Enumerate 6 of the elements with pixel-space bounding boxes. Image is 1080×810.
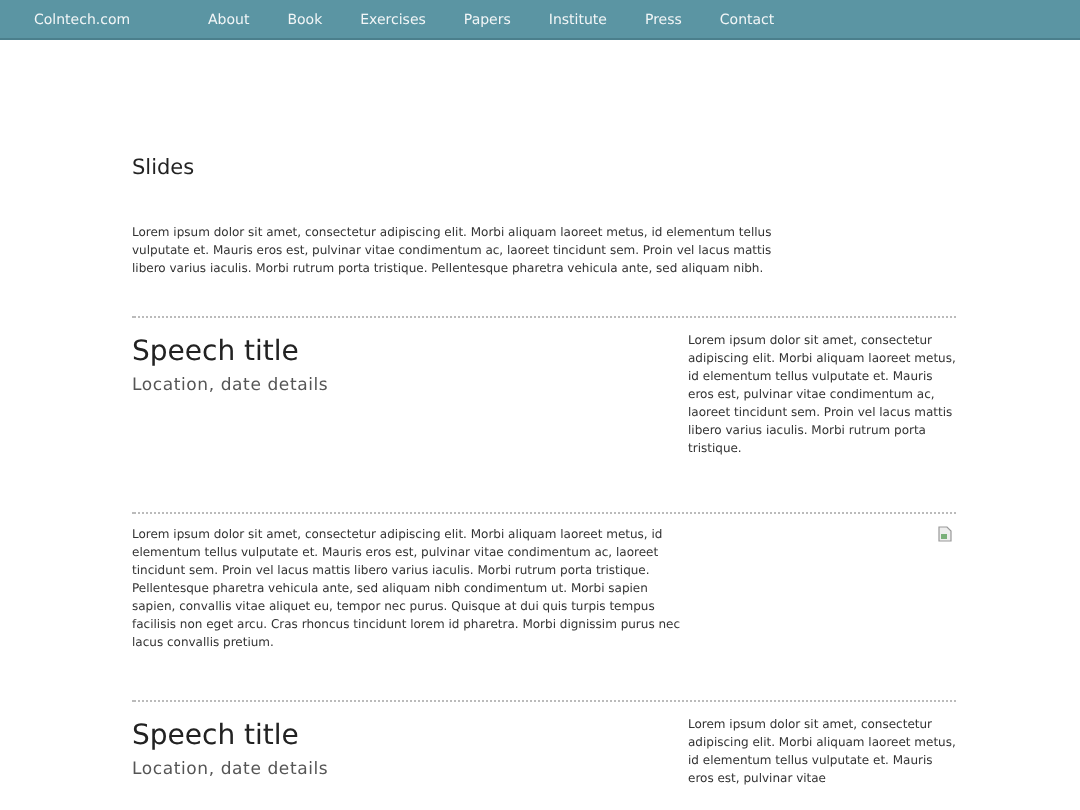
broken-image-icon [938, 526, 952, 542]
page-heading: Slides [132, 156, 197, 184]
speech-title: Speech title [132, 336, 301, 368]
speech-title: Speech title [132, 720, 301, 752]
speech-details: Location, date details [132, 376, 329, 396]
speech-details: Location, date details [132, 760, 329, 780]
